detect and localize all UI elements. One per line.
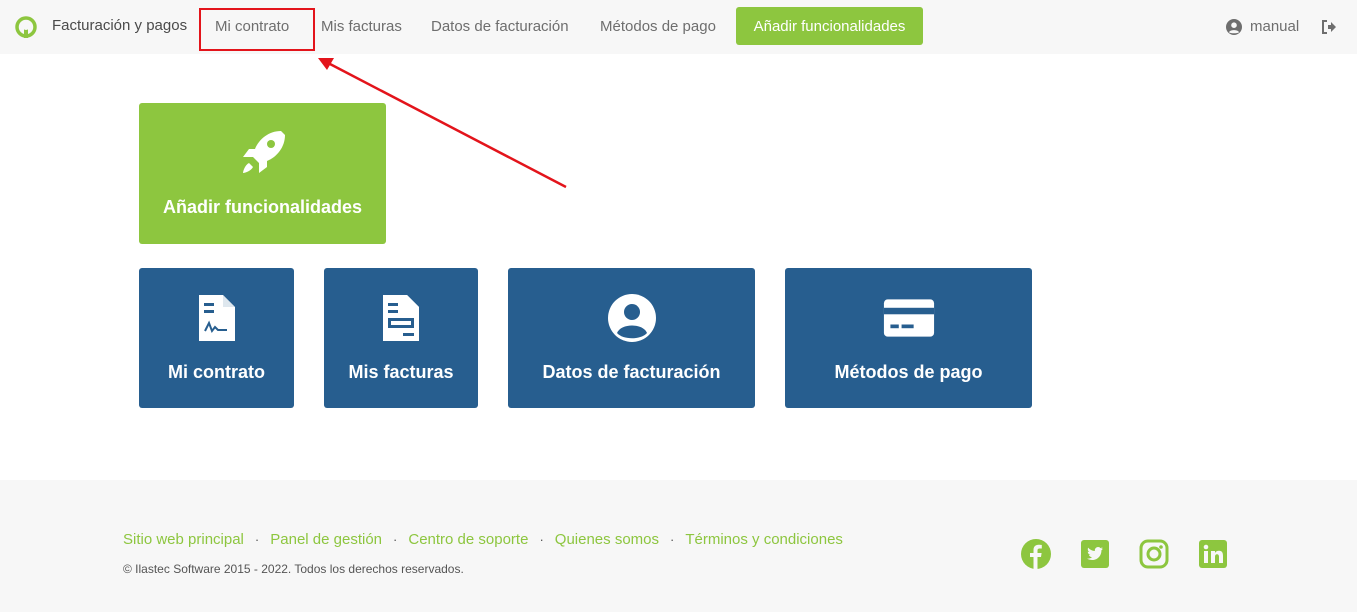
contract-icon xyxy=(191,292,243,344)
twitter-icon[interactable] xyxy=(1080,539,1110,569)
footer-separator: · xyxy=(254,532,260,547)
tile-metodos-pago[interactable]: Métodos de pago xyxy=(785,268,1032,408)
tile-add-features[interactable]: Añadir funcionalidades xyxy=(139,103,386,244)
tile-mis-facturas-label: Mis facturas xyxy=(348,362,454,382)
linkedin-icon[interactable] xyxy=(1198,539,1228,569)
footer-separator: · xyxy=(393,532,398,547)
footer-link-main-site[interactable]: Sitio web principal xyxy=(123,531,244,548)
copyright-text: © Ilastec Software 2015 - 2022. Todos lo… xyxy=(123,562,464,576)
tile-mis-facturas[interactable]: Mis facturas xyxy=(324,268,478,408)
footer-link-terms[interactable]: Términos y condiciones xyxy=(685,531,843,548)
footer-separator: · xyxy=(539,532,544,547)
tile-datos-facturacion[interactable]: Datos de facturación xyxy=(508,268,755,408)
tile-mi-contrato[interactable]: Mi contrato xyxy=(139,268,294,408)
tile-datos-facturacion-label: Datos de facturación xyxy=(542,362,721,382)
logo-icon[interactable] xyxy=(14,15,38,39)
instagram-icon[interactable] xyxy=(1139,539,1169,569)
annotation-highlight-box xyxy=(199,8,315,51)
nav-link-mis-facturas[interactable]: Mis facturas xyxy=(321,18,402,35)
user-menu[interactable]: manual xyxy=(1250,18,1299,35)
tile-mi-contrato-label: Mi contrato xyxy=(168,362,265,382)
footer-link-support[interactable]: Centro de soporte xyxy=(408,531,528,548)
page: Facturación y pagos Mi contrato Mis fact… xyxy=(0,0,1357,612)
invoice-icon xyxy=(375,292,427,344)
nav-link-metodos-pago[interactable]: Métodos de pago xyxy=(600,18,716,35)
nav-brand-link[interactable]: Facturación y pagos xyxy=(52,17,187,34)
facebook-icon[interactable] xyxy=(1021,539,1051,569)
footer-link-dashboard[interactable]: Panel de gestión xyxy=(270,531,382,548)
user-icon xyxy=(606,292,658,344)
footer-separator: · xyxy=(670,532,675,547)
logout-icon[interactable] xyxy=(1321,19,1337,35)
tile-metodos-pago-label: Métodos de pago xyxy=(834,362,983,382)
footer-links: Sitio web principal · Panel de gestión ·… xyxy=(123,531,843,548)
top-navbar: Facturación y pagos Mi contrato Mis fact… xyxy=(0,0,1357,54)
rocket-icon xyxy=(237,127,289,179)
nav-link-datos-facturacion[interactable]: Datos de facturación xyxy=(431,18,569,35)
user-circle-icon xyxy=(1226,19,1242,35)
nav-add-features-button[interactable]: Añadir funcionalidades xyxy=(736,7,923,45)
footer-link-about[interactable]: Quienes somos xyxy=(555,531,659,548)
credit-card-icon xyxy=(883,292,935,344)
footer: Sitio web principal · Panel de gestión ·… xyxy=(0,480,1357,612)
tile-add-features-label: Añadir funcionalidades xyxy=(162,197,363,217)
